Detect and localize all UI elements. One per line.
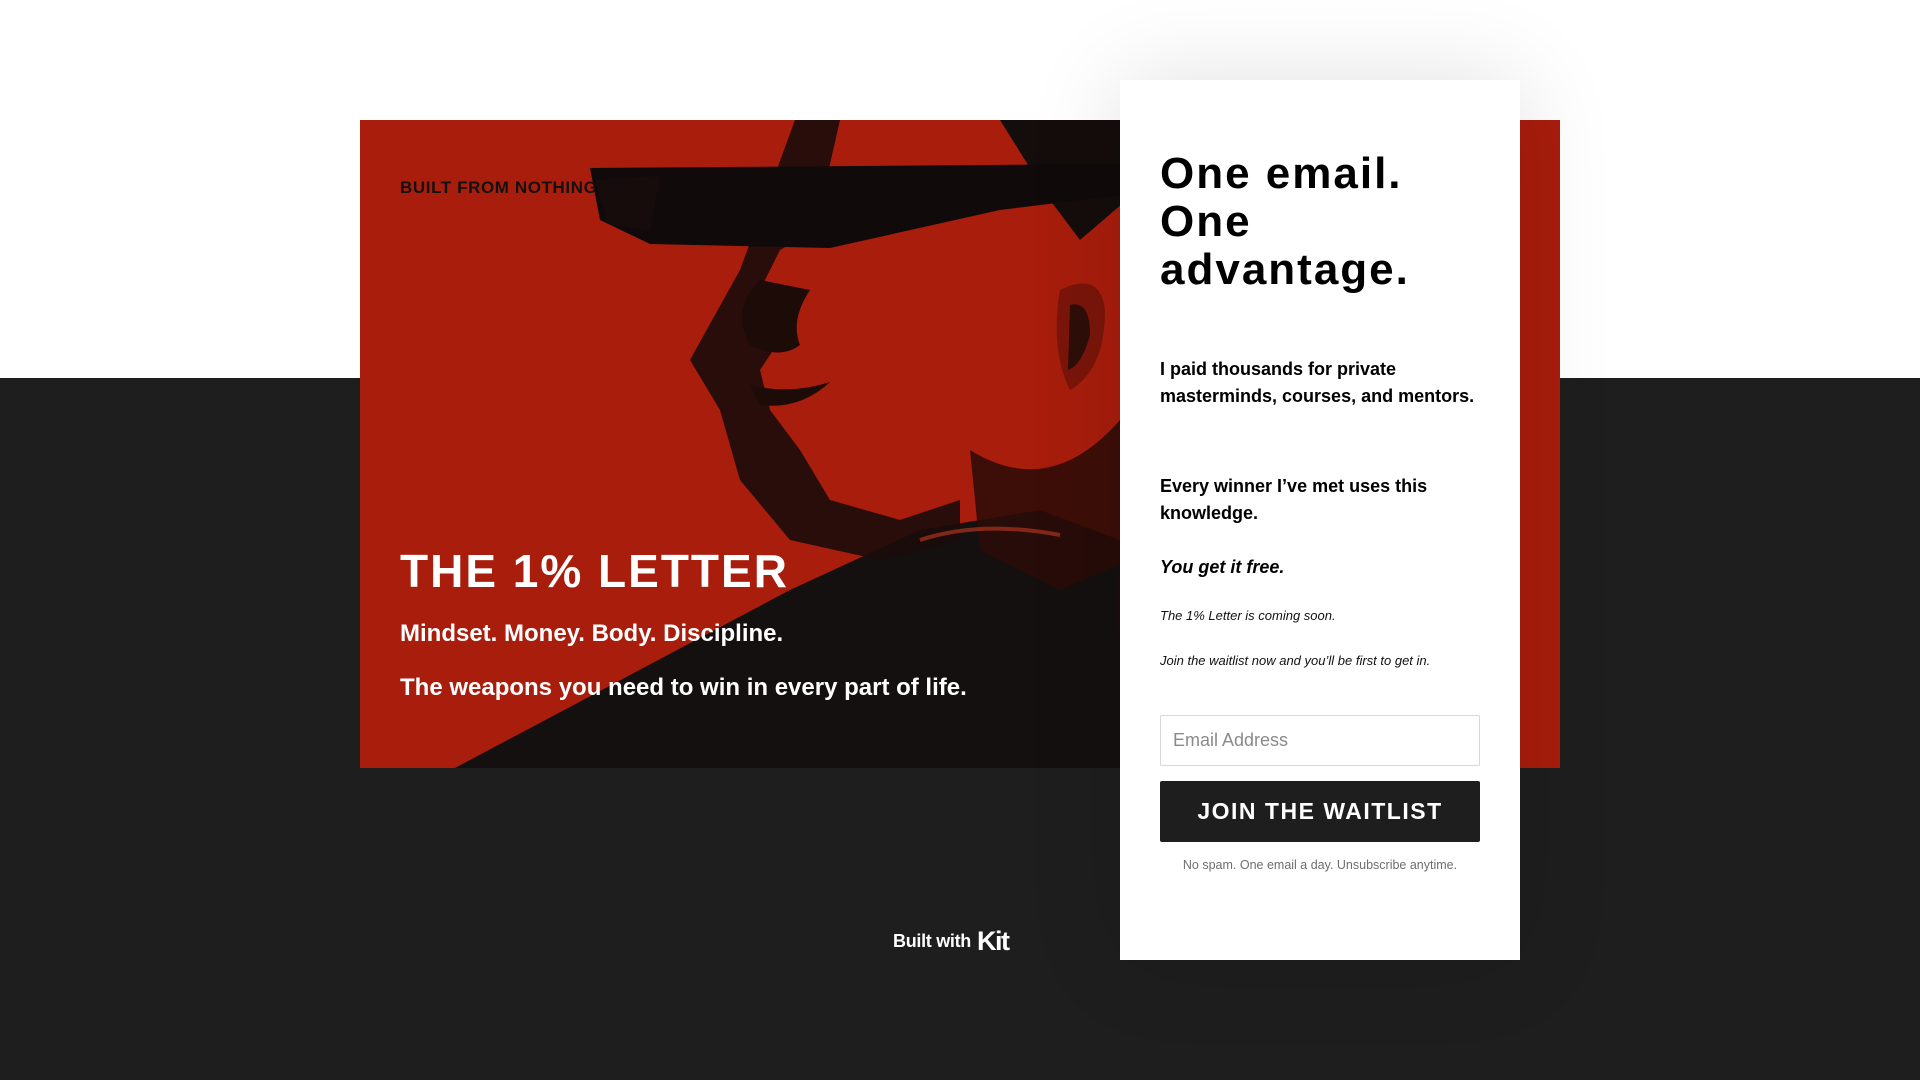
card-paragraph-3: You get it free.	[1160, 557, 1285, 577]
email-input[interactable]	[1160, 715, 1480, 766]
signup-card: One email. One advantage. I paid thousan…	[1120, 80, 1520, 960]
card-title: One email. One advantage.	[1160, 149, 1410, 294]
hero-title: THE 1% LETTER	[400, 545, 789, 597]
hero-tagline: The weapons you need to win in every par…	[400, 674, 967, 701]
built-with-kit-link[interactable]: Built with Kit	[893, 926, 1010, 956]
join-waitlist-button[interactable]: JOIN THE WAITLIST	[1160, 781, 1480, 842]
landing-page: BUILT FROM NOTHING THE 1% LETTER Mindset…	[0, 0, 1920, 1080]
brand-name: BUILT FROM NOTHING	[400, 178, 598, 197]
fineprint: No spam. One email a day. Unsubscribe an…	[1182, 858, 1458, 872]
kit-logo: Kit	[976, 926, 1010, 956]
card-paragraph-1: I paid thousands for private masterminds…	[1160, 359, 1475, 406]
built-with-label: Built with	[893, 931, 971, 951]
coming-soon-note: The 1% Letter is coming soon.	[1160, 608, 1336, 623]
card-paragraph-2: Every winner I’ve met uses this knowledg…	[1160, 476, 1428, 523]
waitlist-note: Join the waitlist now and you’ll be firs…	[1160, 653, 1431, 668]
hero-subtitle: Mindset. Money. Body. Discipline.	[400, 620, 784, 647]
